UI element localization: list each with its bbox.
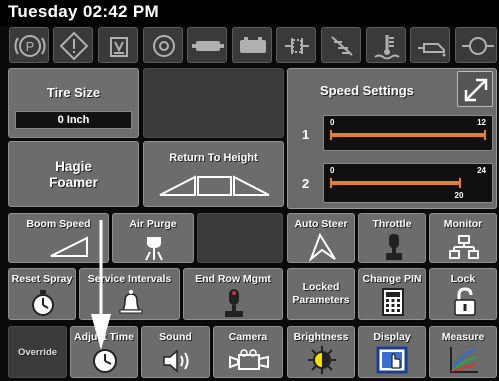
display-button[interactable]: Display: [358, 326, 426, 378]
locked-parameters-label: Locked Parameters: [292, 281, 350, 306]
speed-slider-2-max: 24: [477, 166, 486, 175]
speed-slider-2-min: 0: [330, 166, 335, 175]
empty-panel-mid: [197, 213, 283, 263]
nozzle-icon: [145, 237, 163, 261]
status-bar: Tuesday 02:42 PM: [0, 0, 499, 26]
override-label: Override: [17, 347, 58, 358]
hagie-foamer-label: Hagie Foamer: [49, 159, 98, 190]
parking-brake-icon: P: [9, 27, 49, 63]
air-purge-button[interactable]: Air Purge: [112, 213, 194, 263]
camera-button[interactable]: Camera: [213, 326, 283, 378]
speed-row-2-index: 2: [302, 176, 310, 191]
touch-display-icon: [376, 346, 408, 374]
end-row-mgmt-button[interactable]: End Row Mgmt: [183, 268, 283, 320]
battery-icon: [232, 27, 272, 63]
video-camera-icon: [229, 349, 269, 370]
lock-label: Lock: [450, 273, 476, 285]
throttle-button[interactable]: Throttle: [358, 213, 426, 263]
tire-size-label: Tire Size: [46, 85, 101, 100]
svg-text:P: P: [26, 39, 35, 54]
pointer-arrow-icon: [91, 220, 111, 350]
network-icon: [449, 235, 479, 259]
override-button[interactable]: Override: [8, 326, 67, 378]
ramp-icon: [50, 236, 88, 257]
sun-icon: [308, 346, 336, 374]
coolant-temp-icon: [366, 27, 406, 63]
throttle-label: Throttle: [372, 218, 412, 230]
graph-icon: [450, 347, 478, 373]
speed-slider-1-fill: [331, 133, 484, 137]
end-row-mgmt-label: End Row Mgmt: [195, 273, 271, 285]
speed-slider-1[interactable]: 0 12: [323, 115, 493, 151]
speaker-icon: [163, 349, 189, 373]
hagie-foamer-button[interactable]: Hagie Foamer: [8, 141, 139, 207]
change-pin-button[interactable]: Change PIN: [358, 268, 426, 320]
fuel-pump-icon: [276, 27, 316, 63]
return-to-height-label: Return To Height: [169, 152, 258, 164]
auto-steer-button[interactable]: Auto Steer: [287, 213, 355, 263]
speed-settings-panel: Speed Settings 1 0 12 2 0 24 20: [287, 68, 497, 209]
joystick-red-icon: [225, 289, 243, 317]
tire-size-value: 0 Inch: [57, 114, 90, 126]
locked-parameters-button[interactable]: Locked Parameters: [287, 268, 355, 320]
air-purge-label: Air Purge: [129, 218, 177, 230]
speed-slider-2-fill: [331, 181, 459, 185]
speed-slider-2[interactable]: 0 24 20: [323, 163, 493, 203]
speed-slider-2-value: 20: [454, 191, 464, 200]
padlock-icon: [454, 287, 476, 316]
joystick-icon: [386, 234, 402, 260]
lock-button[interactable]: Lock: [429, 268, 497, 320]
brightness-button[interactable]: Brightness: [287, 326, 355, 378]
speed-slider-1-min: 0: [330, 118, 335, 127]
return-to-height-button[interactable]: Return To Height: [143, 141, 284, 207]
tire-size-value-box: 0 Inch: [15, 111, 132, 129]
brightness-label: Brightness: [293, 331, 349, 343]
spray-off-icon: [321, 27, 361, 63]
change-pin-label: Change PIN: [362, 273, 422, 285]
sound-button[interactable]: Sound: [141, 326, 210, 378]
monitor-label: Monitor: [443, 218, 483, 230]
camera-label: Camera: [228, 331, 268, 343]
empty-panel-top: [143, 68, 284, 138]
date-time: Tuesday 02:42 PM: [8, 2, 159, 21]
display-label: Display: [373, 331, 411, 343]
speed-slider-2-handle[interactable]: [458, 178, 461, 188]
bell-icon: [119, 290, 143, 314]
hydraulic-icon: [455, 27, 497, 63]
keypad-icon: [382, 288, 404, 316]
engine-icon: [143, 27, 183, 63]
speed-slider-1-max: 12: [477, 118, 486, 127]
tank-level-icon: [98, 27, 138, 63]
filter-icon: [187, 27, 227, 63]
sound-label: Sound: [159, 331, 192, 343]
speed-row-1-index: 1: [302, 127, 310, 142]
speed-slider-1-handle[interactable]: [484, 130, 486, 140]
measure-label: Measure: [441, 331, 485, 343]
stopwatch-icon: [32, 290, 54, 316]
speed-settings-title: Speed Settings: [320, 83, 414, 98]
auto-steer-label: Auto Steer: [294, 218, 348, 230]
monitor-button[interactable]: Monitor: [429, 213, 497, 263]
boom-fold-icon: [159, 175, 270, 196]
expand-icon: [464, 78, 488, 102]
expand-button[interactable]: [457, 71, 493, 107]
oil-pressure-icon: [410, 27, 450, 63]
auto-steer-icon: [308, 232, 336, 262]
measure-button[interactable]: Measure: [429, 326, 497, 378]
reset-spray-button[interactable]: Reset Spray: [8, 268, 76, 320]
reset-spray-label: Reset Spray: [11, 273, 73, 285]
diamond-warning-icon: [53, 27, 93, 63]
tire-size-panel[interactable]: Tire Size 0 Inch: [8, 68, 139, 138]
